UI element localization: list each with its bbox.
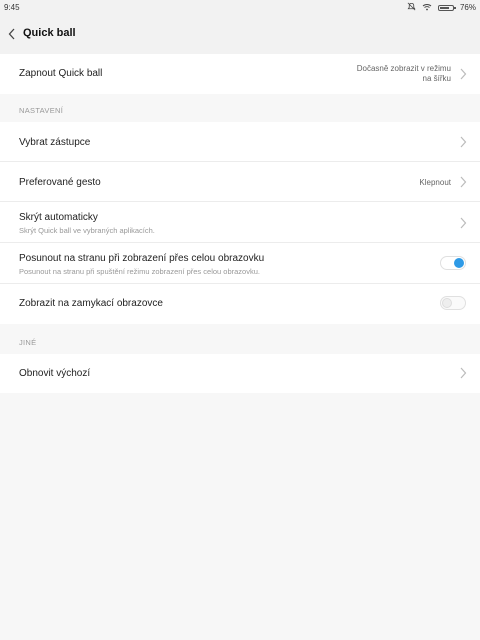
lockscreen-row[interactable]: Zobrazit na zamykací obrazovce <box>0 284 480 324</box>
status-bar: 9:45 76% <box>0 0 480 14</box>
shortcuts-row[interactable]: Vybrat zástupce <box>0 122 480 162</box>
fullscreen-label: Posunout na stranu při zobrazení přes ce… <box>19 253 265 264</box>
status-time: 9:45 <box>4 3 20 12</box>
autohide-row[interactable]: Skrýt automaticky Skrýt Quick ball ve vy… <box>0 202 480 243</box>
reset-row[interactable]: Obnovit výchozí <box>0 354 480 393</box>
battery-icon <box>437 4 456 11</box>
gesture-label: Preferované gesto <box>19 177 101 188</box>
lockscreen-toggle[interactable] <box>440 296 466 310</box>
fullscreen-toggle[interactable] <box>440 256 466 270</box>
lockscreen-label: Zobrazit na zamykací obrazovce <box>19 298 163 309</box>
autohide-label: Skrýt automaticky <box>19 212 98 223</box>
quick-ball-group: Zapnout Quick ball Dočasně zobrazit v re… <box>0 54 480 94</box>
fullscreen-sub: Posunout na stranu při spuštění režimu z… <box>19 267 260 276</box>
other-group: Obnovit výchozí <box>0 354 480 393</box>
gesture-row[interactable]: Preferované gesto Klepnout <box>0 162 480 202</box>
chevron-right-icon <box>460 176 467 188</box>
autohide-sub: Skrýt Quick ball ve vybraných aplikacích… <box>19 226 155 235</box>
quick-ball-row[interactable]: Zapnout Quick ball Dočasně zobrazit v re… <box>0 54 480 94</box>
chevron-right-icon <box>460 136 467 148</box>
app-header: Quick ball <box>0 14 480 54</box>
gesture-value: Klepnout <box>419 178 451 187</box>
chevron-right-icon <box>460 68 467 80</box>
quick-ball-label: Zapnout Quick ball <box>19 68 103 79</box>
settings-group: Vybrat zástupce Preferované gesto Klepno… <box>0 122 480 324</box>
back-button[interactable] <box>2 24 22 44</box>
bell-off-icon <box>407 2 416 13</box>
page-title: Quick ball <box>23 27 76 39</box>
chevron-left-icon <box>8 28 15 40</box>
wifi-icon <box>422 3 432 13</box>
quick-ball-value: Dočasně zobrazit v režimu na šířku <box>357 64 451 84</box>
battery-level-fill <box>439 6 449 9</box>
reset-label: Obnovit výchozí <box>19 368 91 379</box>
quick-ball-value-line2: na šířku <box>422 74 451 83</box>
toggle-knob <box>454 258 464 268</box>
quick-ball-value-line1: Dočasně zobrazit v režimu <box>356 64 451 73</box>
chevron-right-icon <box>460 367 467 379</box>
chevron-right-icon <box>460 217 467 229</box>
section-header-settings: NASTAVENÍ <box>19 106 64 115</box>
toggle-knob <box>442 298 452 308</box>
battery-percent: 76% <box>459 3 476 12</box>
status-icons: 76% <box>407 2 476 13</box>
section-header-other: JINÉ <box>19 338 37 347</box>
fullscreen-row[interactable]: Posunout na stranu při zobrazení přes ce… <box>0 243 480 284</box>
shortcuts-label: Vybrat zástupce <box>19 137 91 148</box>
